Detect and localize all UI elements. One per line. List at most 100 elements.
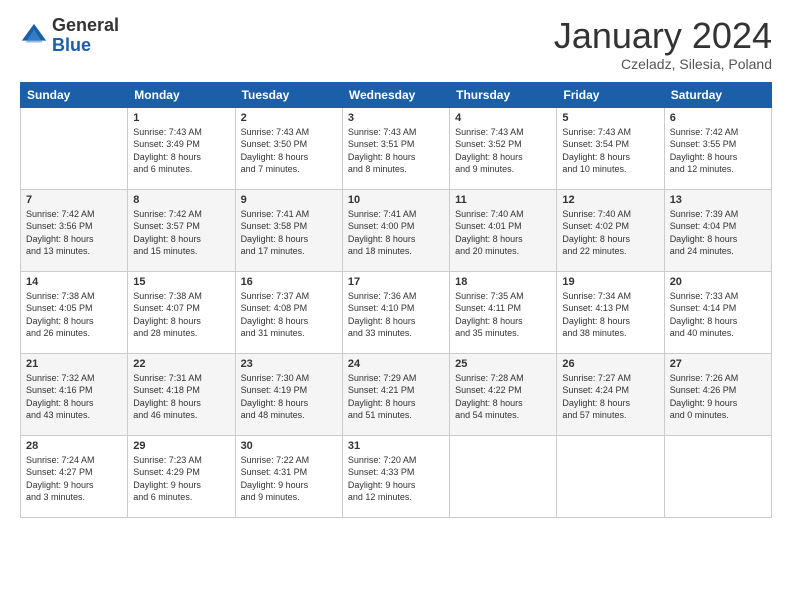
day-info: Sunrise: 7:33 AMSunset: 4:14 PMDaylight:… <box>670 290 766 340</box>
day-number: 19 <box>562 276 658 288</box>
day-info: Sunrise: 7:22 AMSunset: 4:31 PMDaylight:… <box>241 454 337 504</box>
calendar-cell: 7 Sunrise: 7:42 AMSunset: 3:56 PMDaylight… <box>21 189 128 271</box>
day-info: Sunrise: 7:37 AMSunset: 4:08 PMDaylight:… <box>241 290 337 340</box>
calendar-cell: 1 Sunrise: 7:43 AMSunset: 3:49 PMDaylight… <box>128 107 235 189</box>
day-info: Sunrise: 7:26 AMSunset: 4:26 PMDaylight:… <box>670 372 766 422</box>
day-info: Sunrise: 7:34 AMSunset: 4:13 PMDaylight:… <box>562 290 658 340</box>
page-header: General Blue January 2024 Czeladz, Siles… <box>20 16 772 72</box>
day-info: Sunrise: 7:27 AMSunset: 4:24 PMDaylight:… <box>562 372 658 422</box>
day-info: Sunrise: 7:43 AMSunset: 3:52 PMDaylight:… <box>455 126 551 176</box>
calendar-week-row: 14 Sunrise: 7:38 AMSunset: 4:05 PMDayligh… <box>21 271 772 353</box>
day-info: Sunrise: 7:42 AMSunset: 3:57 PMDaylight:… <box>133 208 229 258</box>
calendar-week-row: 21 Sunrise: 7:32 AMSunset: 4:16 PMDayligh… <box>21 353 772 435</box>
day-number: 4 <box>455 112 551 124</box>
calendar-cell: 23 Sunrise: 7:30 AMSunset: 4:19 PMDayligh… <box>235 353 342 435</box>
day-info: Sunrise: 7:31 AMSunset: 4:18 PMDaylight:… <box>133 372 229 422</box>
logo-general-text: General <box>52 16 119 36</box>
day-number: 7 <box>26 194 122 206</box>
calendar-week-row: 1 Sunrise: 7:43 AMSunset: 3:49 PMDaylight… <box>21 107 772 189</box>
day-number: 3 <box>348 112 444 124</box>
day-number: 17 <box>348 276 444 288</box>
calendar-cell <box>557 435 664 517</box>
calendar-cell: 30 Sunrise: 7:22 AMSunset: 4:31 PMDayligh… <box>235 435 342 517</box>
calendar-cell: 25 Sunrise: 7:28 AMSunset: 4:22 PMDayligh… <box>450 353 557 435</box>
calendar-cell: 18 Sunrise: 7:35 AMSunset: 4:11 PMDayligh… <box>450 271 557 353</box>
day-number: 30 <box>241 440 337 452</box>
day-info: Sunrise: 7:36 AMSunset: 4:10 PMDaylight:… <box>348 290 444 340</box>
day-info: Sunrise: 7:43 AMSunset: 3:49 PMDaylight:… <box>133 126 229 176</box>
calendar-cell <box>450 435 557 517</box>
weekday-header-row: Sunday Monday Tuesday Wednesday Thursday… <box>21 82 772 107</box>
calendar-cell: 12 Sunrise: 7:40 AMSunset: 4:02 PMDayligh… <box>557 189 664 271</box>
calendar-cell: 24 Sunrise: 7:29 AMSunset: 4:21 PMDayligh… <box>342 353 449 435</box>
calendar-cell: 15 Sunrise: 7:38 AMSunset: 4:07 PMDayligh… <box>128 271 235 353</box>
header-saturday: Saturday <box>664 82 771 107</box>
day-number: 26 <box>562 358 658 370</box>
calendar-cell: 5 Sunrise: 7:43 AMSunset: 3:54 PMDaylight… <box>557 107 664 189</box>
calendar-cell: 10Sunrise: 7:41 AMSunset: 4:00 PMDayligh… <box>342 189 449 271</box>
day-info: Sunrise: 7:32 AMSunset: 4:16 PMDaylight:… <box>26 372 122 422</box>
logo: General Blue <box>20 16 119 56</box>
calendar-cell: 28Sunrise: 7:24 AMSunset: 4:27 PMDayligh… <box>21 435 128 517</box>
day-info: Sunrise: 7:43 AMSunset: 3:54 PMDaylight:… <box>562 126 658 176</box>
day-number: 5 <box>562 112 658 124</box>
day-number: 29 <box>133 440 229 452</box>
logo-blue-text: Blue <box>52 36 119 56</box>
calendar-cell: 2Sunrise: 7:43 AMSunset: 3:50 PMDaylight… <box>235 107 342 189</box>
day-number: 28 <box>26 440 122 452</box>
day-number: 23 <box>241 358 337 370</box>
calendar-table: Sunday Monday Tuesday Wednesday Thursday… <box>20 82 772 518</box>
day-info: Sunrise: 7:42 AMSunset: 3:55 PMDaylight:… <box>670 126 766 176</box>
day-number: 18 <box>455 276 551 288</box>
day-number: 10 <box>348 194 444 206</box>
calendar-cell: 22Sunrise: 7:31 AMSunset: 4:18 PMDayligh… <box>128 353 235 435</box>
day-info: Sunrise: 7:20 AMSunset: 4:33 PMDaylight:… <box>348 454 444 504</box>
day-number: 8 <box>133 194 229 206</box>
calendar-cell: 20 Sunrise: 7:33 AMSunset: 4:14 PMDayligh… <box>664 271 771 353</box>
calendar-cell: 16 Sunrise: 7:37 AMSunset: 4:08 PMDayligh… <box>235 271 342 353</box>
header-monday: Monday <box>128 82 235 107</box>
day-number: 24 <box>348 358 444 370</box>
day-number: 13 <box>670 194 766 206</box>
calendar-cell: 26 Sunrise: 7:27 AMSunset: 4:24 PMDayligh… <box>557 353 664 435</box>
day-number: 31 <box>348 440 444 452</box>
day-number: 2 <box>241 112 337 124</box>
day-info: Sunrise: 7:35 AMSunset: 4:11 PMDaylight:… <box>455 290 551 340</box>
day-number: 27 <box>670 358 766 370</box>
day-number: 6 <box>670 112 766 124</box>
month-title: January 2024 <box>554 16 772 56</box>
day-number: 21 <box>26 358 122 370</box>
day-info: Sunrise: 7:39 AMSunset: 4:04 PMDaylight:… <box>670 208 766 258</box>
day-number: 12 <box>562 194 658 206</box>
day-info: Sunrise: 7:23 AMSunset: 4:29 PMDaylight:… <box>133 454 229 504</box>
day-info: Sunrise: 7:29 AMSunset: 4:21 PMDaylight:… <box>348 372 444 422</box>
day-info: Sunrise: 7:30 AMSunset: 4:19 PMDaylight:… <box>241 372 337 422</box>
calendar-cell: 31 Sunrise: 7:20 AMSunset: 4:33 PMDayligh… <box>342 435 449 517</box>
header-tuesday: Tuesday <box>235 82 342 107</box>
day-info: Sunrise: 7:28 AMSunset: 4:22 PMDaylight:… <box>455 372 551 422</box>
day-info: Sunrise: 7:38 AMSunset: 4:07 PMDaylight:… <box>133 290 229 340</box>
calendar-week-row: 7 Sunrise: 7:42 AMSunset: 3:56 PMDaylight… <box>21 189 772 271</box>
calendar-cell: 8 Sunrise: 7:42 AMSunset: 3:57 PMDaylight… <box>128 189 235 271</box>
day-number: 14 <box>26 276 122 288</box>
day-number: 25 <box>455 358 551 370</box>
calendar-cell: 21 Sunrise: 7:32 AMSunset: 4:16 PMDayligh… <box>21 353 128 435</box>
calendar-cell: 11 Sunrise: 7:40 AMSunset: 4:01 PMDayligh… <box>450 189 557 271</box>
day-number: 15 <box>133 276 229 288</box>
day-info: Sunrise: 7:43 AMSunset: 3:51 PMDaylight:… <box>348 126 444 176</box>
day-info: Sunrise: 7:42 AMSunset: 3:56 PMDaylight:… <box>26 208 122 258</box>
day-info: Sunrise: 7:41 AMSunset: 3:58 PMDaylight:… <box>241 208 337 258</box>
calendar-cell: 6 Sunrise: 7:42 AMSunset: 3:55 PMDaylight… <box>664 107 771 189</box>
day-info: Sunrise: 7:40 AMSunset: 4:02 PMDaylight:… <box>562 208 658 258</box>
day-number: 11 <box>455 194 551 206</box>
day-number: 16 <box>241 276 337 288</box>
day-number: 1 <box>133 112 229 124</box>
calendar-cell: 27 Sunrise: 7:26 AMSunset: 4:26 PMDayligh… <box>664 353 771 435</box>
header-thursday: Thursday <box>450 82 557 107</box>
day-info: Sunrise: 7:38 AMSunset: 4:05 PMDaylight:… <box>26 290 122 340</box>
calendar-cell: 13 Sunrise: 7:39 AMSunset: 4:04 PMDayligh… <box>664 189 771 271</box>
header-sunday: Sunday <box>21 82 128 107</box>
day-number: 20 <box>670 276 766 288</box>
calendar-cell: 29 Sunrise: 7:23 AMSunset: 4:29 PMDayligh… <box>128 435 235 517</box>
day-info: Sunrise: 7:40 AMSunset: 4:01 PMDaylight:… <box>455 208 551 258</box>
